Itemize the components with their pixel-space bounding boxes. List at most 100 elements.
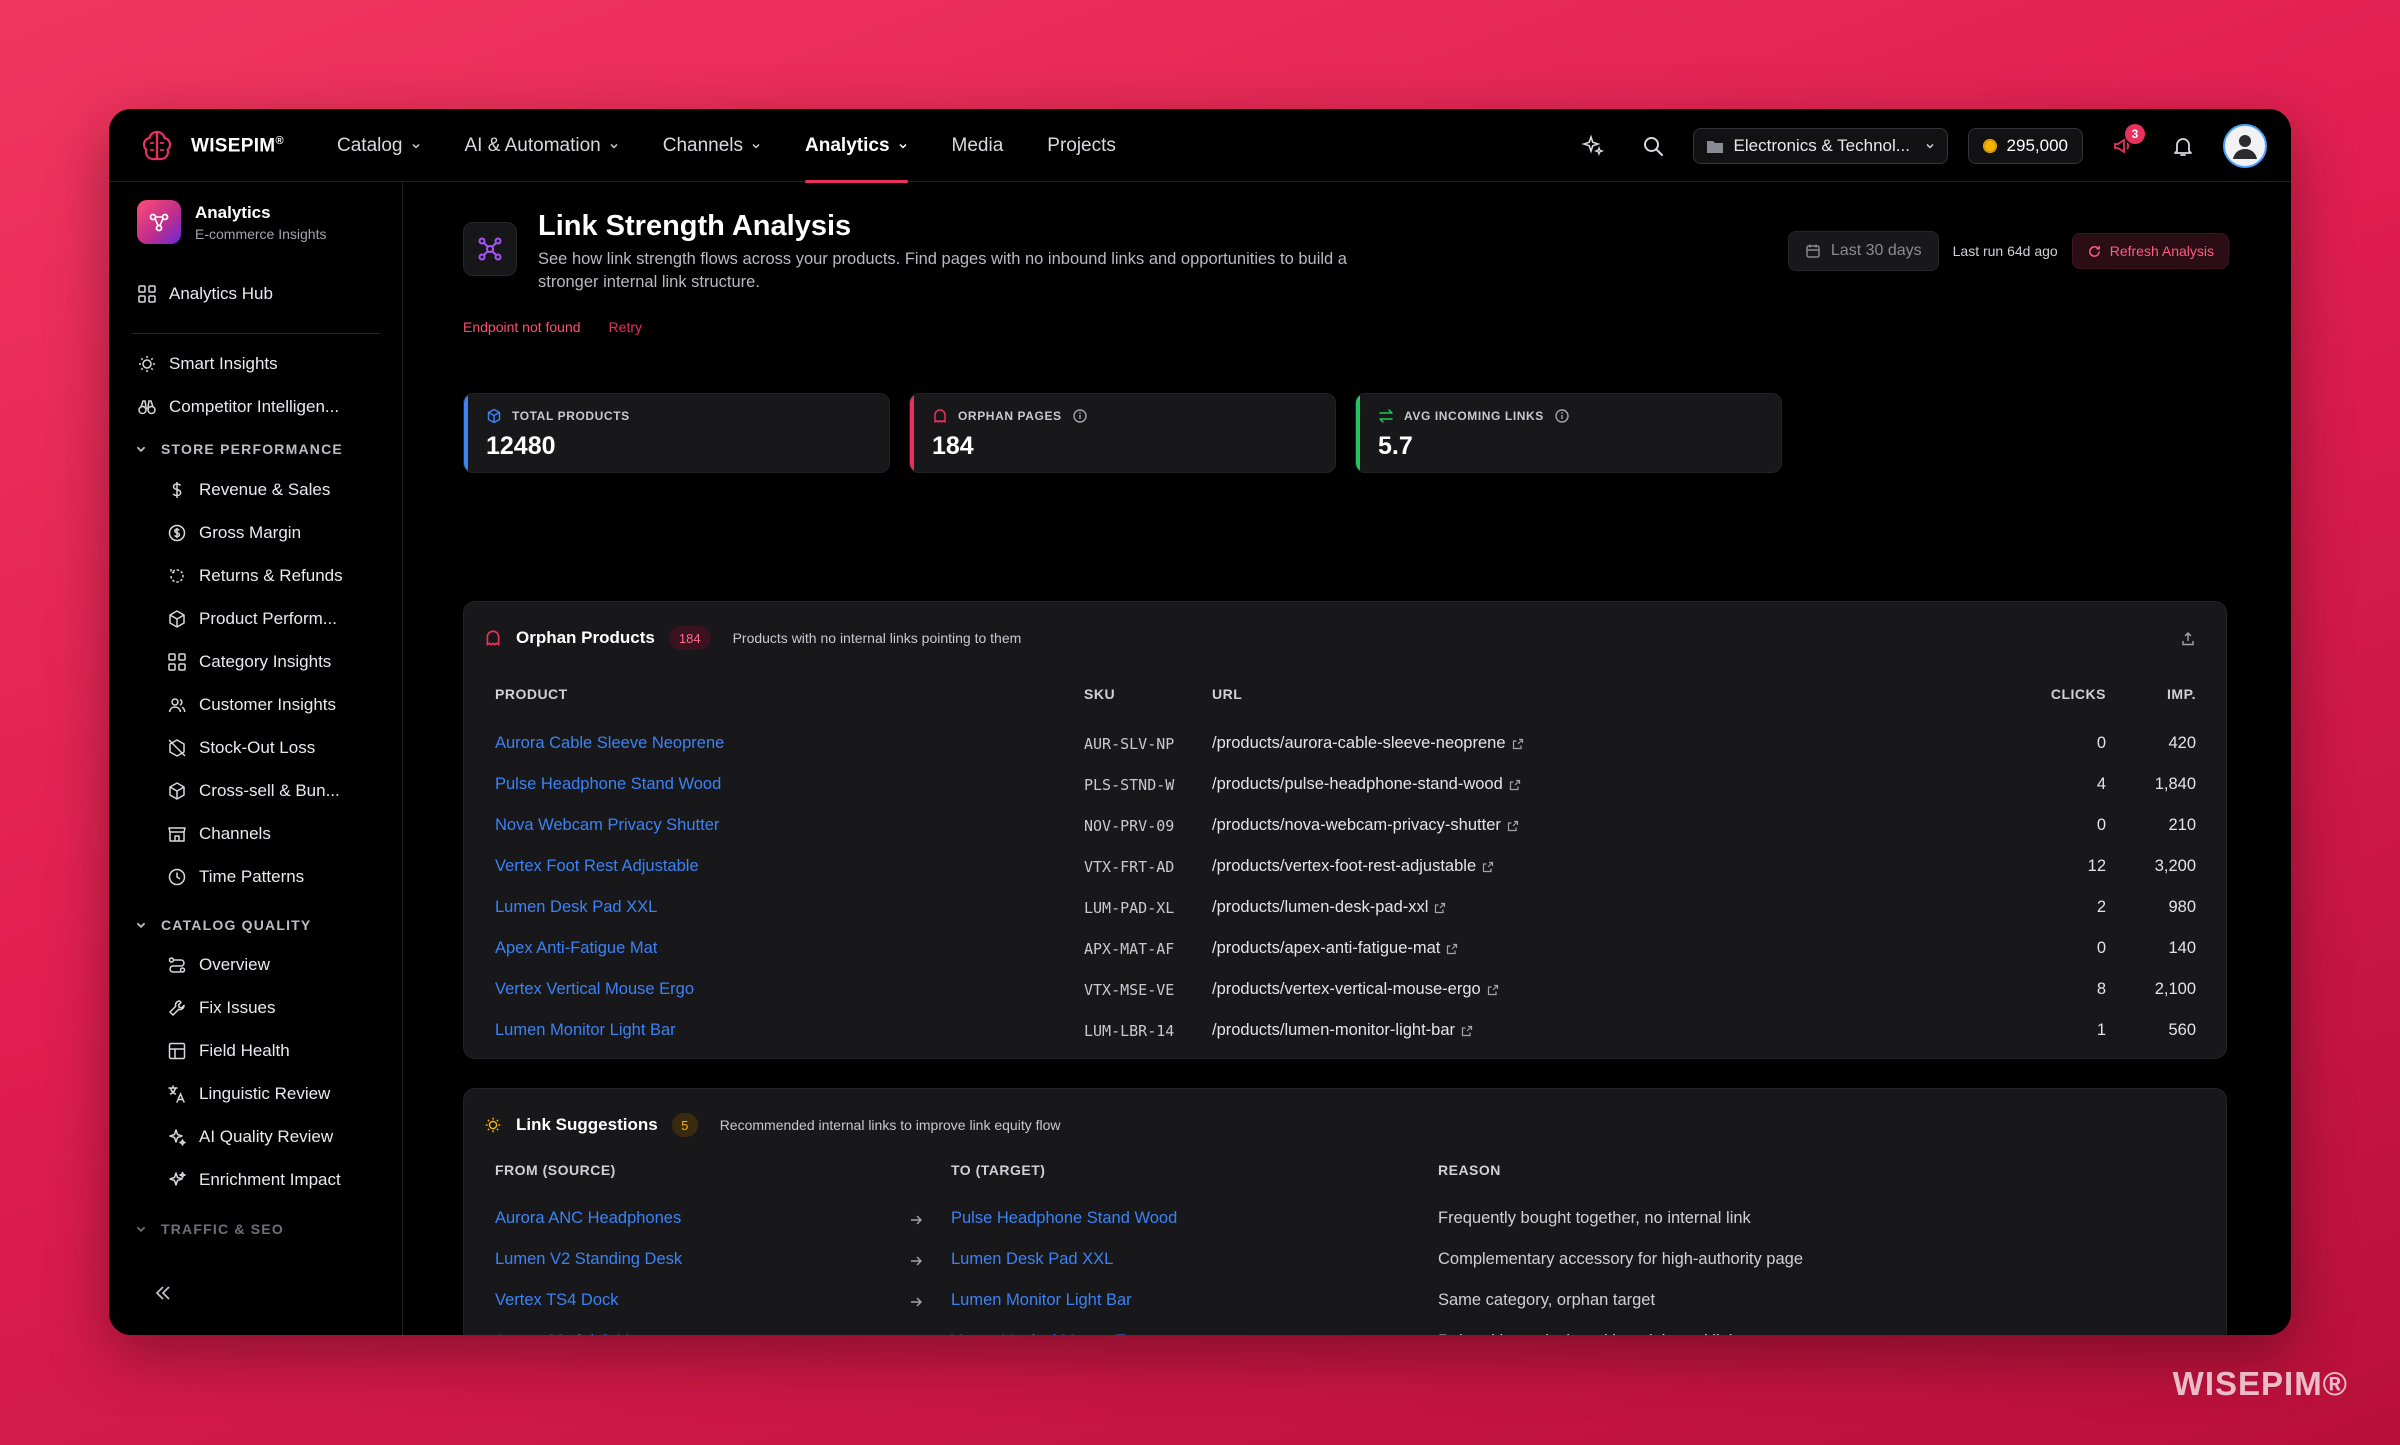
external-link-icon[interactable]: [1487, 984, 1499, 996]
sparkles-icon: [169, 1129, 186, 1146]
notifications-button[interactable]: [2163, 126, 2203, 166]
product-link[interactable]: Lumen Desk Pad XXL: [495, 898, 657, 917]
sidebar-item-smart-insights[interactable]: Smart Insights: [137, 349, 278, 379]
search-icon: [1643, 136, 1663, 156]
nav-channels[interactable]: Channels: [641, 109, 783, 182]
info-icon[interactable]: [1072, 408, 1088, 424]
sidebar-item-cross-sell[interactable]: Cross-sell & Bun...: [167, 776, 340, 806]
sidebar-item-returns-refunds[interactable]: Returns & Refunds: [167, 561, 343, 591]
url-cell[interactable]: /products/lumen-desk-pad-xxl: [1212, 898, 1446, 917]
url-cell[interactable]: /products/lumen-monitor-light-bar: [1212, 1021, 1473, 1040]
sidebar-item-time-patterns[interactable]: Time Patterns: [167, 862, 304, 892]
column-header-to[interactable]: TO (TARGET): [951, 1162, 1045, 1178]
column-header-url[interactable]: URL: [1212, 686, 1242, 702]
column-header-from[interactable]: FROM (SOURCE): [495, 1162, 616, 1178]
target-link[interactable]: Vertex Vertical Mouse Ergo: [951, 1332, 1150, 1335]
collapse-sidebar-icon[interactable]: [151, 1281, 175, 1305]
wrench-icon: [169, 1000, 185, 1016]
sidebar-item-label: Analytics Hub: [169, 284, 273, 303]
sidebar-item-field-health[interactable]: Field Health: [167, 1036, 290, 1066]
sidebar-group-catalog-quality[interactable]: CATALOG QUALITY: [135, 913, 311, 937]
sidebar-group-store-performance[interactable]: STORE PERFORMANCE: [135, 437, 343, 461]
source-link[interactable]: Lumen V2 Standing Desk: [495, 1250, 682, 1269]
chevron-down-icon: [411, 143, 420, 149]
impressions-cell: 420: [2168, 734, 2196, 752]
export-icon[interactable]: [2180, 631, 2196, 647]
sidebar-item-customer-insights[interactable]: Customer Insights: [167, 690, 336, 720]
nav-projects[interactable]: Projects: [1025, 109, 1138, 182]
product-link[interactable]: Vertex Foot Rest Adjustable: [495, 857, 699, 876]
sidebar-item-channels[interactable]: Channels: [167, 819, 271, 849]
sidebar-item-gross-margin[interactable]: Gross Margin: [167, 518, 301, 548]
chevron-down-icon: [610, 143, 618, 149]
sidebar-item-enrichment-impact[interactable]: Enrichment Impact: [167, 1165, 341, 1195]
url-cell[interactable]: /products/aurora-cable-sleeve-neoprene: [1212, 734, 1524, 753]
nav-ai-automation[interactable]: AI & Automation: [443, 109, 641, 182]
product-link[interactable]: Apex Anti-Fatigue Mat: [495, 939, 657, 958]
url-cell[interactable]: /products/apex-anti-fatigue-mat: [1212, 939, 1458, 958]
sidebar-item-label: Field Health: [199, 1041, 290, 1060]
sidebar-group-traffic-seo[interactable]: TRAFFIC & SEO: [135, 1217, 284, 1241]
refresh-icon: [2088, 245, 2100, 257]
column-header-reason[interactable]: REASON: [1438, 1162, 1501, 1178]
nav-media[interactable]: Media: [930, 109, 1026, 182]
brand-logo[interactable]: WISEPIM®: [137, 126, 284, 166]
product-link[interactable]: Vertex Vertical Mouse Ergo: [495, 980, 694, 999]
sidebar-item-analytics-hub[interactable]: Analytics Hub: [137, 279, 273, 309]
ai-sparkle-button[interactable]: [1573, 126, 1613, 166]
nav-catalog[interactable]: Catalog: [315, 109, 443, 182]
clicks-cell: 0: [2096, 939, 2106, 957]
nav-catalog-label: Catalog: [337, 134, 403, 156]
stat-label: ORPHAN PAGES: [958, 409, 1062, 423]
arrow-right-icon: [911, 1297, 922, 1307]
external-link-icon[interactable]: [1482, 861, 1494, 873]
nav-media-label: Media: [951, 134, 1004, 156]
sidebar-item-category-insights[interactable]: Category Insights: [167, 647, 331, 677]
sidebar-item-stock-out-loss[interactable]: Stock-Out Loss: [167, 733, 315, 763]
url-cell[interactable]: /products/vertex-foot-rest-adjustable: [1212, 857, 1494, 876]
external-link-icon[interactable]: [1434, 902, 1446, 914]
external-link-icon[interactable]: [1461, 1025, 1473, 1037]
refresh-analysis-button[interactable]: Refresh Analysis: [2071, 233, 2229, 269]
column-header-product[interactable]: PRODUCT: [495, 686, 568, 702]
url-cell[interactable]: /products/pulse-headphone-stand-wood: [1212, 775, 1521, 794]
product-link[interactable]: Lumen Monitor Light Bar: [495, 1021, 676, 1040]
sidebar-item-fix-issues[interactable]: Fix Issues: [167, 993, 276, 1023]
source-link[interactable]: Aurora ANC Headphones: [495, 1209, 681, 1228]
column-header-clicks[interactable]: CLICKS: [2051, 686, 2106, 702]
product-link[interactable]: Aurora Cable Sleeve Neoprene: [495, 734, 724, 753]
sidebar-item-revenue-sales[interactable]: Revenue & Sales: [167, 475, 330, 505]
search-button[interactable]: [1633, 126, 1673, 166]
sidebar-item-competitor-intelligence[interactable]: Competitor Intelligen...: [137, 392, 339, 422]
target-link[interactable]: Pulse Headphone Stand Wood: [951, 1209, 1177, 1228]
sidebar-item-linguistic-review[interactable]: Linguistic Review: [167, 1079, 330, 1109]
sidebar-item-overview[interactable]: Overview: [167, 950, 270, 980]
store-selector[interactable]: Electronics & Technol...: [1692, 127, 1948, 164]
column-header-impressions[interactable]: IMP.: [2167, 686, 2196, 702]
column-header-sku[interactable]: SKU: [1084, 686, 1115, 702]
source-link[interactable]: Aurora Model O Mouse: [495, 1332, 666, 1335]
sidebar-item-ai-quality-review[interactable]: AI Quality Review: [167, 1122, 333, 1152]
sidebar-item-product-performance[interactable]: Product Perform...: [167, 604, 337, 634]
user-avatar[interactable]: [2223, 123, 2267, 168]
info-icon[interactable]: [1554, 408, 1570, 424]
retry-link[interactable]: Retry: [609, 319, 642, 335]
external-link-icon[interactable]: [1446, 943, 1458, 955]
product-link[interactable]: Nova Webcam Privacy Shutter: [495, 816, 719, 835]
external-link-icon[interactable]: [1507, 820, 1519, 832]
source-link[interactable]: Vertex TS4 Dock: [495, 1291, 619, 1310]
external-link-icon[interactable]: [1512, 738, 1524, 750]
sidebar-item-label: Competitor Intelligen...: [169, 397, 340, 416]
url-cell[interactable]: /products/vertex-vertical-mouse-ergo: [1212, 980, 1499, 999]
sidebar-group-label: TRAFFIC & SEO: [161, 1221, 284, 1237]
external-link-icon[interactable]: [1509, 779, 1521, 791]
nav-analytics[interactable]: Analytics: [783, 109, 929, 183]
date-range-button[interactable]: Last 30 days: [1787, 231, 1939, 271]
target-link[interactable]: Lumen Desk Pad XXL: [951, 1250, 1113, 1269]
url-cell[interactable]: /products/nova-webcam-privacy-shutter: [1212, 816, 1519, 835]
credits-balance[interactable]: 295,000: [1967, 127, 2083, 164]
target-link[interactable]: Lumen Monitor Light Bar: [951, 1291, 1132, 1310]
folder-icon: [1706, 140, 1723, 153]
product-link[interactable]: Pulse Headphone Stand Wood: [495, 775, 721, 794]
whats-new-button[interactable]: 3: [2103, 123, 2145, 166]
